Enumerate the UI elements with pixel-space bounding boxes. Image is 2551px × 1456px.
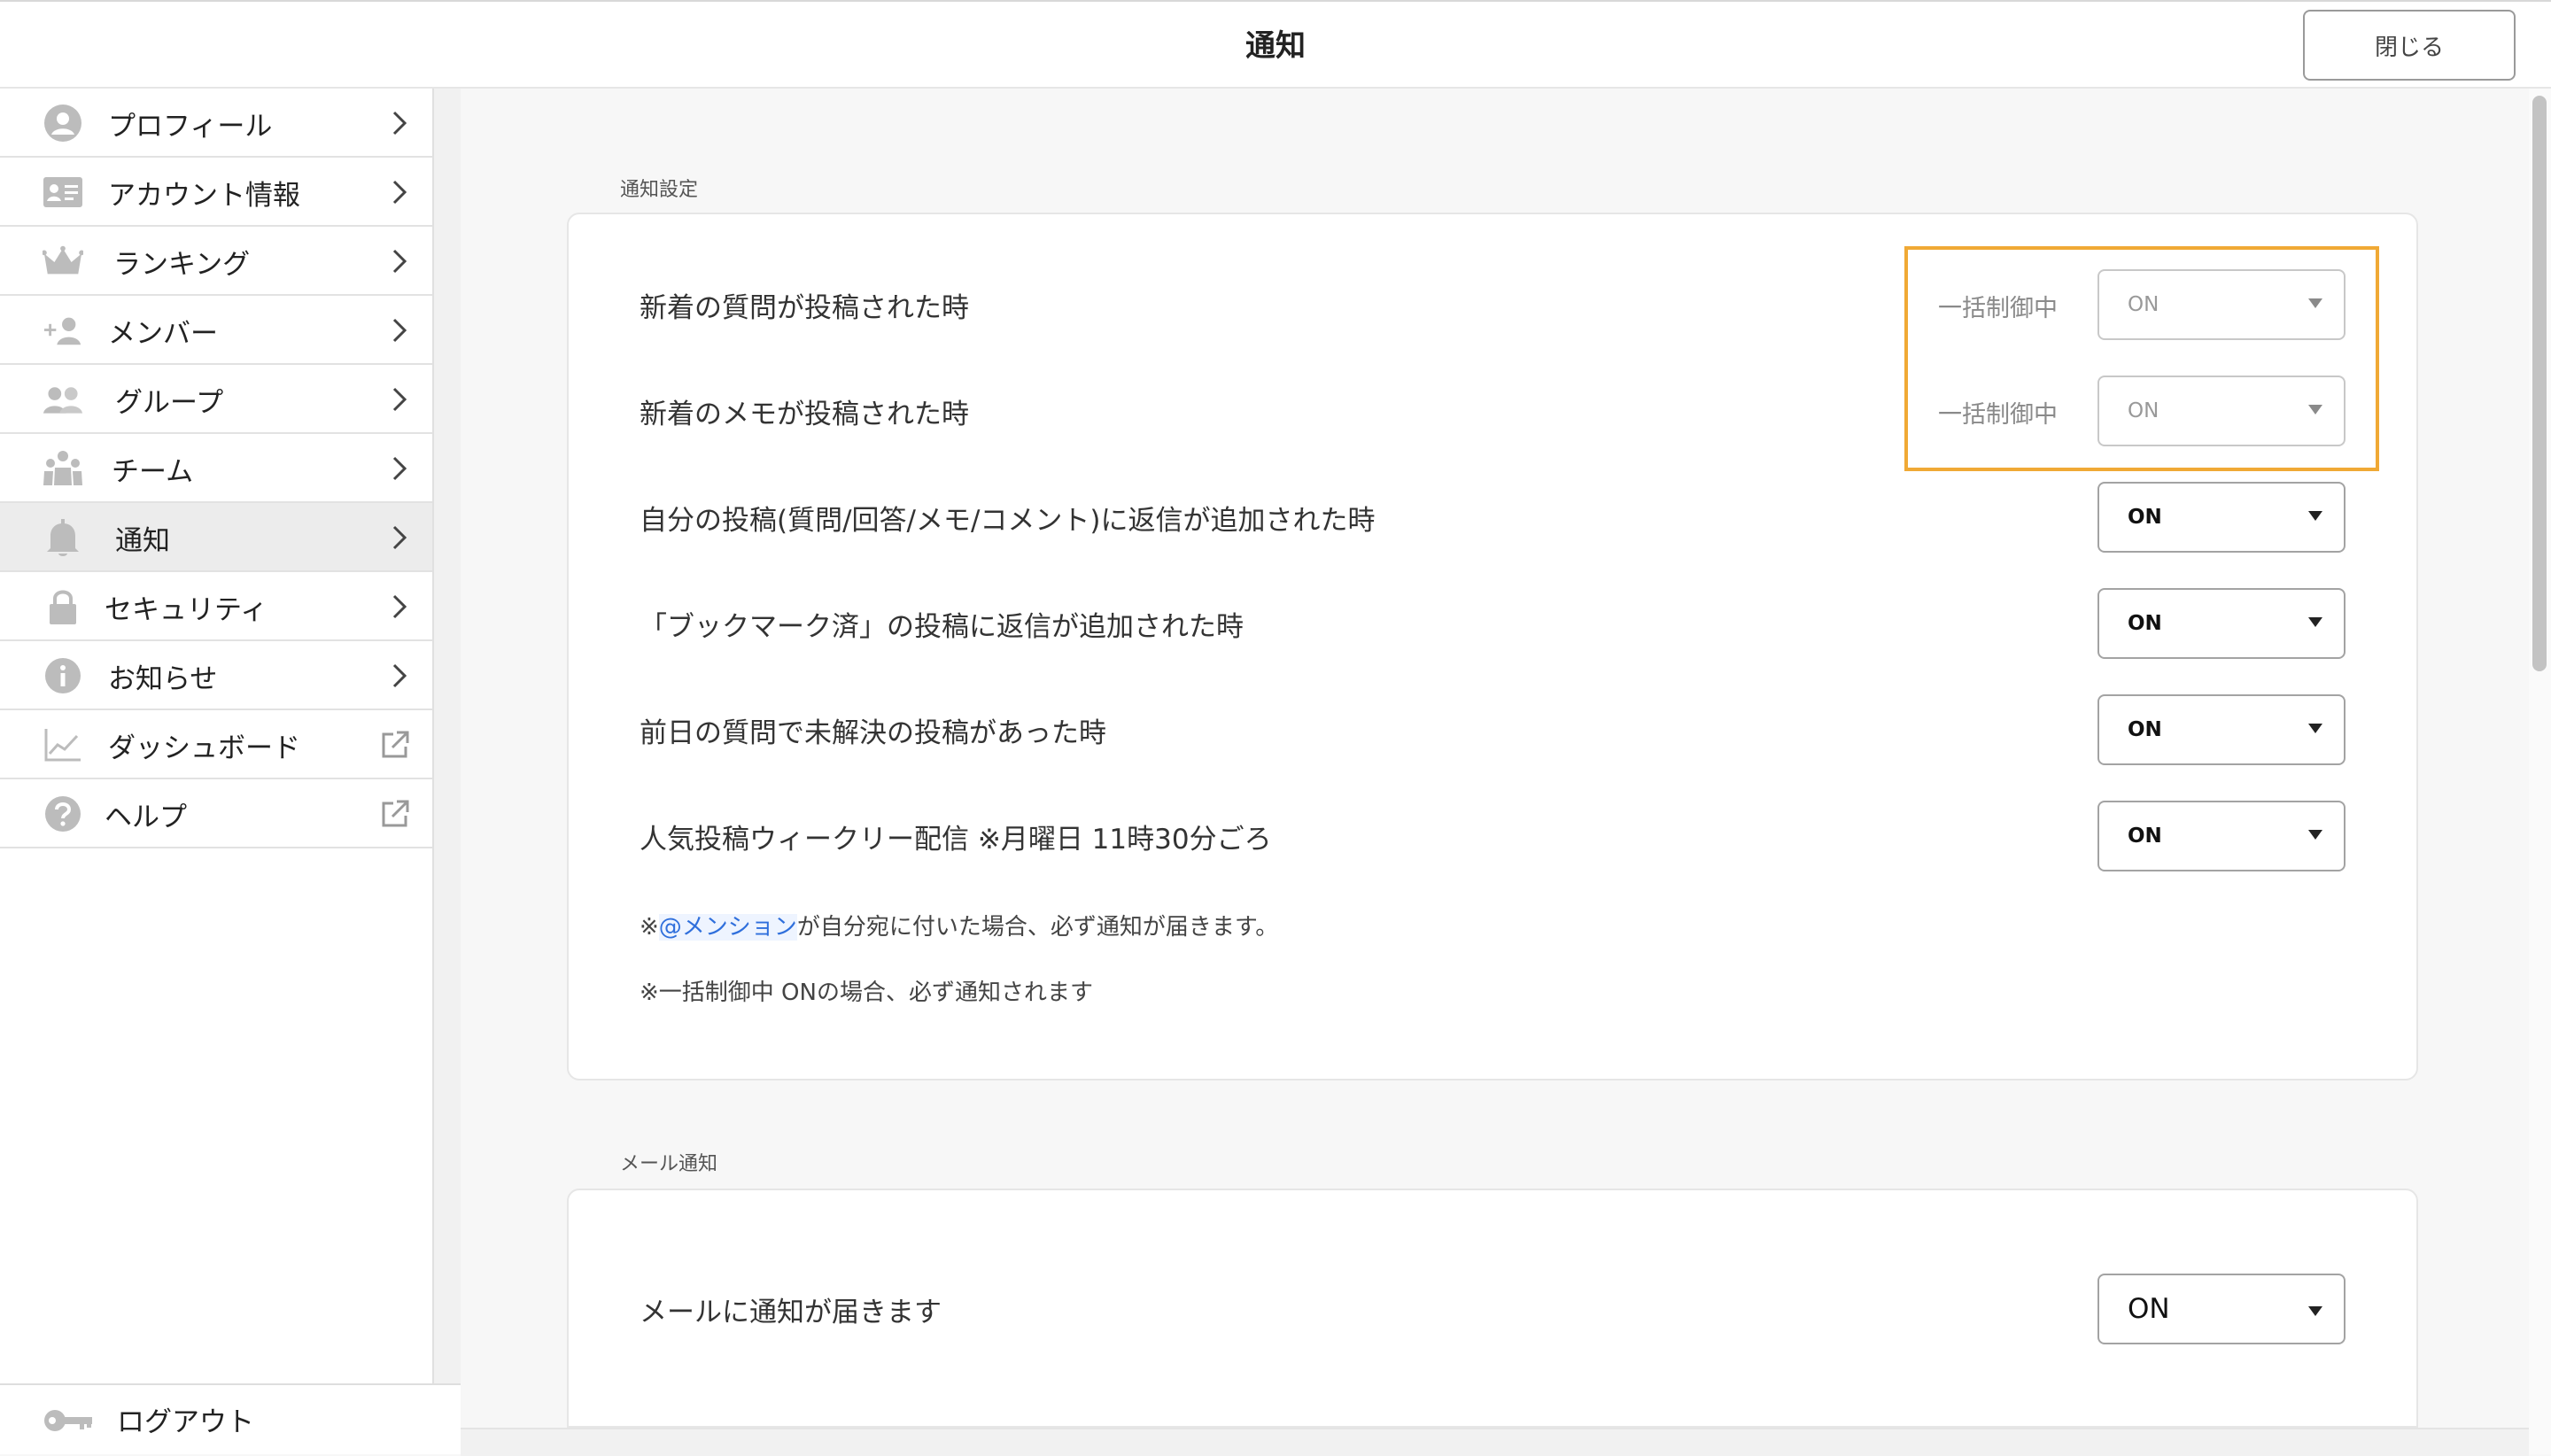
chart-icon xyxy=(43,726,83,763)
sidebar-item-label: グループ xyxy=(115,387,224,419)
chevron-right-icon xyxy=(386,451,413,486)
crown-icon xyxy=(43,243,83,280)
bookmark-reply-select[interactable]: ON xyxy=(2097,588,2346,659)
sidebar-item-label: ヘルプ xyxy=(105,802,187,833)
logout-label: ログアウト xyxy=(117,1406,254,1438)
sidebar-item-notifications[interactable]: 通知 xyxy=(0,503,432,572)
select-value: ON xyxy=(2128,825,2162,848)
sidebar-item-label: メンバー xyxy=(108,318,218,350)
user-circle-icon xyxy=(43,105,83,142)
setting-label-weekly-popular: 人気投稿ウィークリー配信 ※月曜日 11時30分ごろ xyxy=(640,824,1272,856)
sidebar-item-label: セキュリティ xyxy=(105,594,268,626)
chevron-right-icon xyxy=(386,174,413,210)
close-button[interactable]: 閉じる xyxy=(2303,10,2516,81)
help-icon xyxy=(43,795,83,833)
page-title: 通知 xyxy=(1245,28,1306,64)
sidebar-item-label: ダッシュボード xyxy=(108,732,300,764)
note-text: が自分宛に付いた場合、必ず通知が届きます。 xyxy=(796,914,1279,941)
sidebar-item-label: ランキング xyxy=(113,249,251,281)
select-value: ON xyxy=(2128,612,2162,635)
external-link-icon xyxy=(377,796,409,832)
note-prefix: ※ xyxy=(640,914,659,941)
setting-label-bookmark-reply: 「ブックマーク済」の投稿に返信が追加された時 xyxy=(640,611,1244,643)
mention-note: ※@メンションが自分宛に付いた場合、必ず通知が届きます。 xyxy=(640,909,1278,941)
group-icon xyxy=(43,381,83,418)
caret-down-icon xyxy=(2308,511,2322,521)
chevron-right-icon xyxy=(386,313,413,348)
external-link-icon xyxy=(377,727,409,763)
sidebar-item-label: チーム xyxy=(112,456,194,488)
info-icon xyxy=(43,657,83,694)
sidebar: プロフィール アカウント情報 ランキング メンバー グループ チーム 通知 セキ… xyxy=(0,89,434,1383)
sidebar-item-team[interactable]: チーム xyxy=(0,434,432,503)
bell-icon xyxy=(43,519,83,556)
section-title-mail-notification: メール通知 xyxy=(620,1153,718,1175)
id-card-icon xyxy=(43,174,83,211)
chevron-right-icon xyxy=(386,520,413,555)
top-bar: 通知 閉じる xyxy=(0,0,2551,89)
select-value: ON xyxy=(2128,506,2162,529)
caret-down-icon xyxy=(2308,617,2322,627)
key-icon xyxy=(43,1406,94,1435)
bottom-edge xyxy=(461,1428,2529,1456)
caret-down-icon xyxy=(2308,830,2322,840)
chevron-right-icon xyxy=(386,382,413,417)
unresolved-question-select[interactable]: ON xyxy=(2097,694,2346,765)
batch-control-note: ※一括制御中 ONの場合、必ず通知されます xyxy=(640,980,1093,1006)
batch-control-highlight xyxy=(1904,246,2379,471)
chevron-right-icon xyxy=(386,105,413,141)
mention-link[interactable]: @メンション xyxy=(658,914,797,941)
sidebar-item-security[interactable]: セキュリティ xyxy=(0,572,432,641)
scrollbar-thumb[interactable] xyxy=(2532,96,2547,671)
select-value: ON xyxy=(2128,718,2162,741)
sidebar-item-label: 通知 xyxy=(115,525,170,557)
sidebar-item-members[interactable]: メンバー xyxy=(0,296,432,365)
setting-label-mail: メールに通知が届きます xyxy=(640,1297,942,1328)
setting-label-reply-to-own-post: 自分の投稿(質問/回答/メモ/コメント)に返信が追加された時 xyxy=(640,505,1376,537)
sidebar-item-profile[interactable]: プロフィール xyxy=(0,89,432,158)
sidebar-gutter xyxy=(434,89,461,1454)
setting-label-new-question: 新着の質問が投稿された時 xyxy=(640,292,969,324)
sidebar-item-news[interactable]: お知らせ xyxy=(0,641,432,710)
caret-down-icon xyxy=(2308,724,2322,733)
sidebar-item-label: アカウント情報 xyxy=(108,180,300,212)
chevron-right-icon xyxy=(386,589,413,624)
sidebar-item-ranking[interactable]: ランキング xyxy=(0,227,432,296)
team-icon xyxy=(43,450,83,487)
chevron-right-icon xyxy=(386,244,413,279)
setting-label-new-memo: 新着のメモが投稿された時 xyxy=(640,399,969,430)
sidebar-item-label: プロフィール xyxy=(108,111,273,143)
lock-icon xyxy=(43,588,83,625)
mail-notification-select[interactable]: ON xyxy=(2097,1274,2346,1344)
sidebar-item-help[interactable]: ヘルプ xyxy=(0,779,432,848)
sidebar-item-label: お知らせ xyxy=(108,663,218,695)
setting-label-unresolved-question: 前日の質問で未解決の投稿があった時 xyxy=(640,717,1106,749)
sidebar-item-groups[interactable]: グループ xyxy=(0,365,432,434)
reply-to-own-post-select[interactable]: ON xyxy=(2097,482,2346,553)
section-title-notification-settings: 通知設定 xyxy=(620,179,699,201)
caret-down-icon xyxy=(2308,1306,2322,1316)
sidebar-item-account[interactable]: アカウント情報 xyxy=(0,158,432,227)
weekly-popular-select[interactable]: ON xyxy=(2097,801,2346,871)
add-person-icon xyxy=(43,312,83,349)
logout-button[interactable]: ログアウト xyxy=(0,1383,461,1454)
chevron-right-icon xyxy=(386,658,413,693)
sidebar-item-dashboard[interactable]: ダッシュボード xyxy=(0,710,432,779)
select-value: ON xyxy=(2128,1293,2170,1325)
